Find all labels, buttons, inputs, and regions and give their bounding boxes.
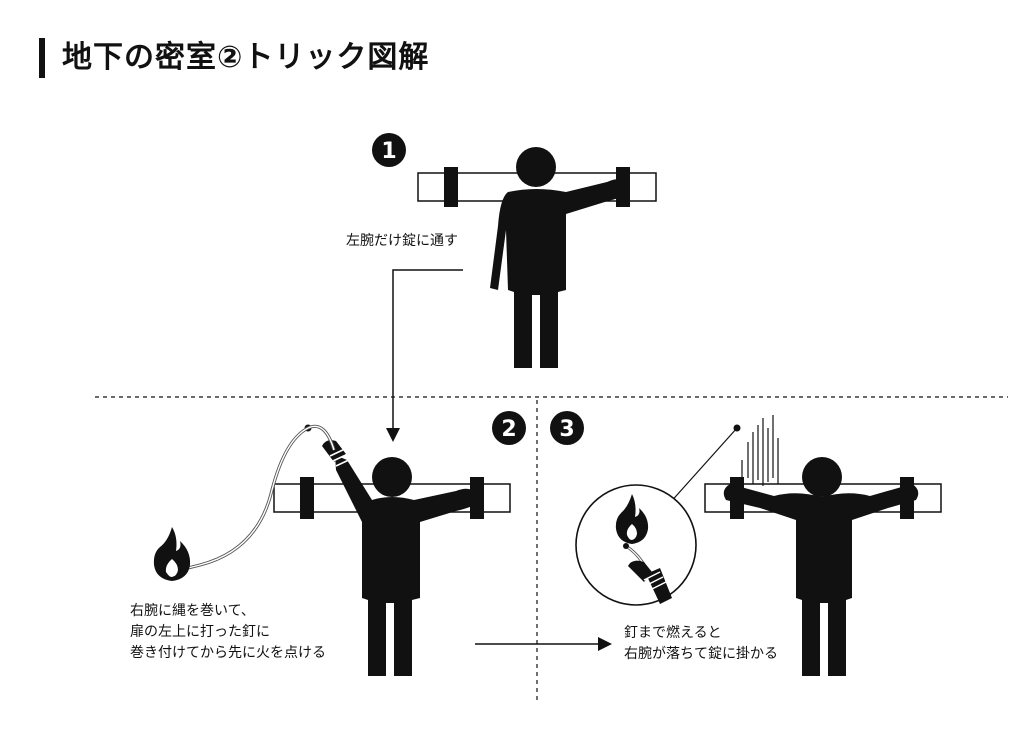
step-3-caption-line-1: 釘まで燃えると	[624, 625, 722, 641]
step-2-caption-line-3: 巻き付けてから先に火を点ける	[130, 645, 326, 661]
zoom-circle	[575, 484, 697, 606]
flame-icon	[153, 527, 191, 581]
step-1-caption-line-1: 左腕だけ錠に通す	[346, 233, 458, 249]
step-3-lock-right	[900, 477, 914, 519]
step-2-to-3-arrowhead	[598, 637, 612, 651]
step-1-number: 1	[381, 139, 396, 164]
step-1-to-2-arrowhead	[386, 428, 400, 442]
step-2-lock-left	[300, 477, 314, 519]
step-1-body	[490, 179, 630, 368]
step-2-caption-line-1: 右腕に縄を巻いて、	[130, 603, 255, 619]
step-3-lock-left	[730, 477, 744, 519]
step-3-badge: 3	[550, 411, 584, 445]
step-1-lock-left	[444, 167, 458, 207]
step-1-to-2-line	[392, 269, 463, 430]
step-2-caption: 右腕に縄を巻いて、 扉の左上に打った釘に 巻き付けてから先に火を点ける	[130, 601, 326, 664]
step-3-head	[802, 457, 842, 497]
step-2-caption-line-2: 扉の左上に打った釘に	[130, 624, 270, 640]
step-1-figure	[417, 147, 657, 368]
step-1-badge: 1	[372, 133, 406, 167]
step-3-number: 3	[559, 417, 574, 442]
step-2-badge: 2	[492, 411, 526, 445]
step-2-head	[372, 457, 412, 497]
step-1-lock-right	[616, 167, 630, 207]
step-3-caption: 釘まで燃えると 右腕が落ちて錠に掛かる	[624, 623, 778, 665]
step-1-head	[516, 147, 556, 187]
step-3-caption-line-2: 右腕が落ちて錠に掛かる	[624, 646, 778, 662]
falling-lines-icon	[741, 415, 779, 486]
step-2-number: 2	[501, 417, 516, 442]
step-1-caption: 左腕だけ錠に通す	[346, 231, 458, 252]
step-2-lock-right	[470, 477, 484, 519]
